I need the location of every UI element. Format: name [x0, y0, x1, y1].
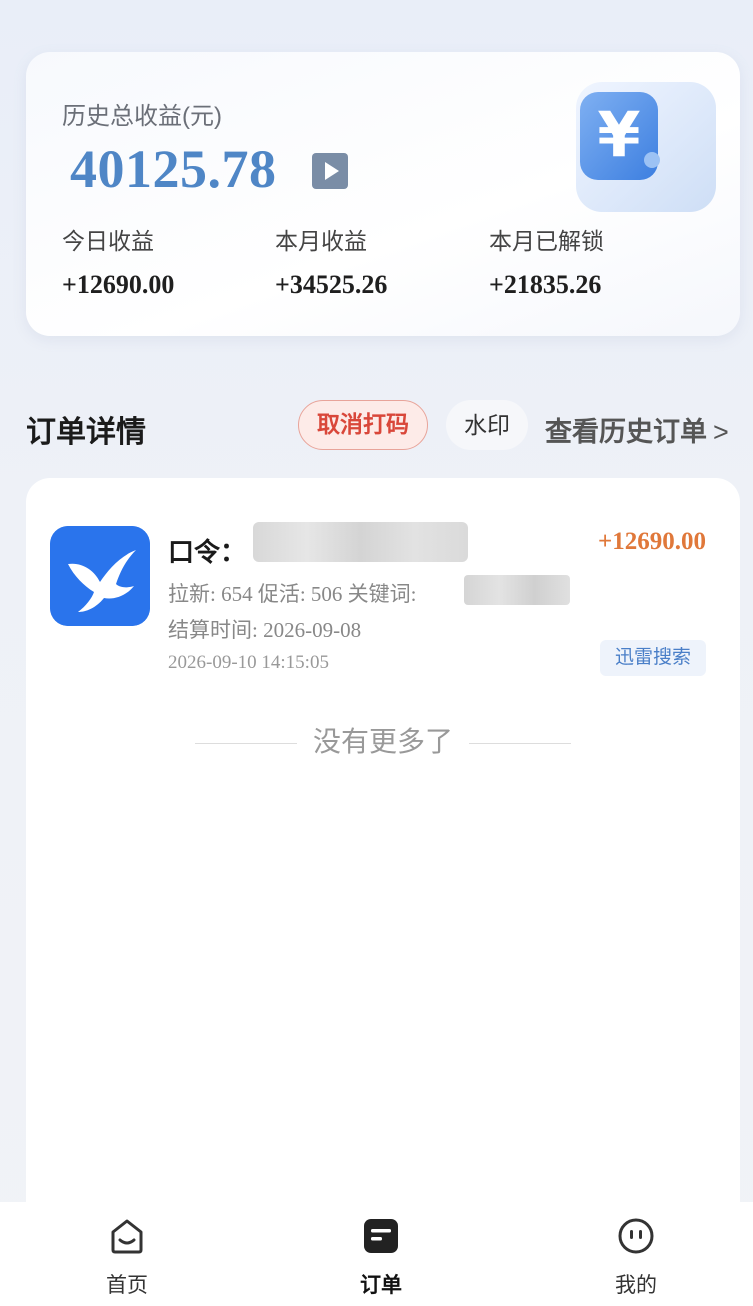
stat-label: 今日收益 [62, 228, 154, 254]
platform-tag: 迅雷搜索 [600, 640, 706, 676]
total-earnings-value: 40125.78 [70, 139, 277, 199]
tab-home[interactable]: 首页 [67, 1216, 187, 1299]
tab-label: 首页 [106, 1274, 148, 1297]
history-orders-label: 查看历史订单 [545, 417, 707, 447]
orders-section-header: 订单详情 取消打码 水印 查看历史订单 > [0, 398, 753, 456]
bird-app-icon [50, 526, 150, 626]
tab-label: 订单 [360, 1274, 402, 1297]
order-stats: 拉新: 654 促活: 506 关键词: [168, 582, 417, 606]
command-label: 口令： [168, 537, 247, 567]
stat-label: 本月收益 [275, 228, 367, 254]
earnings-card: 历史总收益(元) 40125.78 ¥ 今日收益 +12690.00 本月收益 … [26, 52, 740, 336]
divider [469, 743, 571, 745]
list-end-text: 没有更多了 [312, 726, 453, 757]
order-amount: +12690.00 [598, 528, 706, 555]
cancel-mask-button[interactable]: 取消打码 [298, 400, 428, 450]
home-icon [111, 1219, 143, 1254]
divider [194, 743, 297, 745]
stat-today: 今日收益 +12690.00 [62, 222, 174, 300]
stat-month: 本月收益 +34525.26 [275, 222, 387, 300]
stat-value: +21835.26 [489, 270, 602, 299]
watermark-button[interactable]: 水印 [446, 400, 528, 450]
tab-orders[interactable]: 订单 [321, 1216, 441, 1299]
stat-unlocked: 本月已解锁 +21835.26 [489, 222, 604, 300]
settle-time: 结算时间: 2026-09-08 [168, 618, 362, 642]
stat-value: +34525.26 [275, 270, 388, 299]
wallet-yuan-icon: ¥ [576, 82, 716, 212]
stat-value: +12690.00 [62, 270, 175, 299]
total-earnings-label: 历史总收益(元) [62, 103, 222, 130]
chevron-right-icon: > [713, 417, 729, 447]
history-orders-link[interactable]: 查看历史订单 > [545, 410, 729, 449]
orders-icon [364, 1219, 398, 1253]
tab-profile[interactable]: 我的 [576, 1216, 696, 1299]
play-icon[interactable] [312, 153, 348, 189]
bottom-tab-bar: 首页 订单 我的 [0, 1202, 753, 1306]
section-title: 订单详情 [26, 416, 146, 449]
blurred-command [253, 522, 468, 562]
profile-face-icon [618, 1218, 654, 1254]
order-timestamp: 2026-09-10 14:15:05 [168, 652, 329, 673]
list-end-indicator: 没有更多了 [26, 720, 740, 760]
tab-label: 我的 [615, 1274, 657, 1297]
blurred-keyword [464, 575, 570, 605]
order-list: 口令： +12690.00 拉新: 654 促活: 506 关键词: 结算时间:… [26, 478, 740, 1238]
svg-text:¥: ¥ [597, 98, 640, 171]
stat-label: 本月已解锁 [489, 228, 604, 254]
